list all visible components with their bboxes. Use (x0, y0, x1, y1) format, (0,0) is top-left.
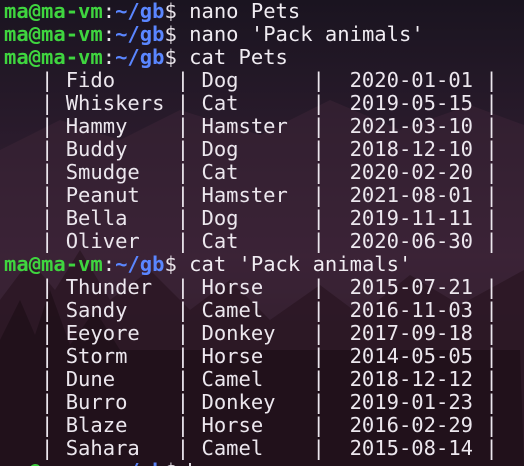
prompt-dollar: $ (164, 459, 189, 466)
table-row: | Blaze | Horse | 2016-02-29 | (4, 413, 498, 437)
table-row: | Sandy | Camel | 2016-11-03 | (4, 298, 498, 322)
prompt-dollar: $ (164, 22, 190, 46)
table-row: | Oliver | Cat | 2020-06-30 | (4, 229, 498, 253)
table-row: | Sahara | Camel | 2015-08-14 | (4, 436, 498, 460)
prompt-line-1: ma@ma-vm:~/gb$ nano Pets (4, 0, 498, 23)
table-row: | Thunder | Horse | 2015-07-21 | (4, 275, 498, 299)
prompt-path: ~/gb (115, 459, 164, 466)
table-row: | Storm | Horse | 2014-05-05 | (4, 344, 498, 368)
prompt-path: ~/gb (115, 252, 165, 276)
command-text: cat 'Pack animals' (189, 252, 412, 276)
prompt-path: ~/gb (115, 0, 165, 23)
prompt-colon: : (102, 0, 116, 23)
table-row: | Whiskers | Cat | 2019-05-15 | (4, 91, 498, 115)
prompt-user: ma@ma-vm (4, 0, 103, 23)
prompt-path: ~/gb (115, 22, 165, 46)
prompt-path: ~/gb (115, 45, 165, 69)
prompt-colon: : (102, 45, 116, 69)
command-text: nano Pets (189, 0, 301, 23)
prompt-user: ma@ma-vm (4, 252, 103, 276)
prompt-colon: : (102, 22, 116, 46)
command-text: nano 'Pack animals' (189, 22, 424, 46)
table-row: | Buddy | Dog | 2018-12-10 | (4, 137, 498, 161)
prompt-dollar: $ (164, 252, 190, 276)
command-text: cat Pets (189, 45, 288, 69)
prompt-user: ma@ma-vm (4, 459, 103, 466)
terminal-window[interactable]: ma@ma-vm:~/gb$ nano Pets ma@ma-vm:~/gb$ … (0, 0, 524, 466)
table-row: | Dune | Camel | 2018-12-12 | (4, 367, 498, 391)
table-row: | Bella | Dog | 2019-11-11 | (4, 206, 498, 230)
table-row: | Eeyore | Donkey | 2017-09-18 | (4, 321, 498, 345)
prompt-dollar: $ (164, 45, 190, 69)
prompt-user: ma@ma-vm (4, 22, 103, 46)
table-row: | Burro | Donkey | 2019-01-23 | (4, 390, 498, 414)
terminal-output: ma@ma-vm:~/gb$ nano Pets ma@ma-vm:~/gb$ … (4, 0, 498, 466)
table-row: | Fido | Dog | 2020-01-01 | (4, 68, 498, 92)
prompt-line-3: ma@ma-vm:~/gb$ cat Pets (4, 46, 498, 69)
prompt-dollar: $ (164, 0, 190, 23)
prompt-line-4: ma@ma-vm:~/gb$ cat 'Pack animals' (4, 253, 498, 276)
prompt-line-2: ma@ma-vm:~/gb$ nano 'Pack animals' (4, 23, 498, 46)
table-row: | Smudge | Cat | 2020-02-20 | (4, 160, 498, 184)
prompt-colon: : (103, 459, 115, 466)
prompt-line-current[interactable]: ma@ma-vm:~/gb$ (4, 460, 498, 466)
prompt-colon: : (102, 252, 116, 276)
table-row: | Hammy | Hamster | 2021-03-10 | (4, 114, 498, 138)
table-row: | Peanut | Hamster | 2021-08-01 | (4, 183, 498, 207)
prompt-user: ma@ma-vm (4, 45, 103, 69)
